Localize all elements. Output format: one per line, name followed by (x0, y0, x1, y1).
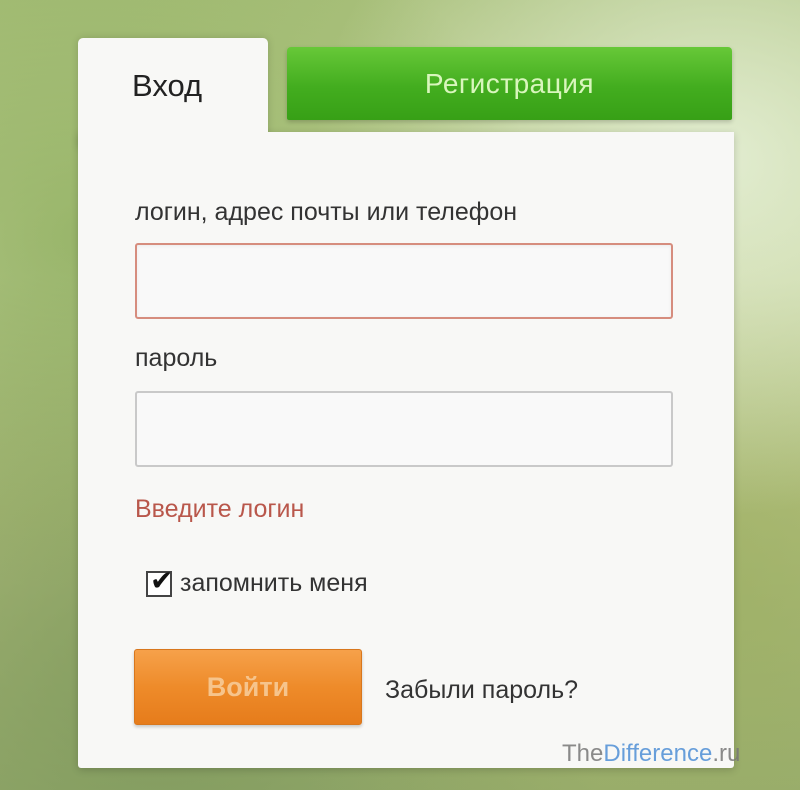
tab-register-label: Регистрация (424, 67, 595, 99)
forgot-password-link[interactable]: Забыли пароль? (385, 676, 578, 705)
remember-me-label: запомнить меня (180, 569, 368, 597)
error-message: Введите логин (135, 495, 305, 523)
check-icon: ✔ (150, 563, 174, 597)
password-input[interactable] (135, 391, 673, 467)
login-field-label: логин, адрес почты или телефон (135, 198, 518, 226)
tab-login[interactable]: Вход (132, 68, 202, 104)
watermark-suffix: .ru (712, 740, 741, 767)
login-input[interactable] (135, 243, 673, 319)
watermark-accent: Difference (603, 740, 713, 767)
checkbox-box[interactable]: ✔ (146, 566, 173, 597)
remember-me-checkbox[interactable]: ✔ запомнить меня (146, 566, 368, 598)
password-field-label: пароль (135, 344, 218, 372)
watermark-prefix: The (562, 740, 604, 767)
watermark: TheDifference.ru (562, 740, 740, 768)
tab-register[interactable]: Регистрация (287, 47, 732, 120)
login-button-label: Войти (206, 671, 290, 702)
login-button[interactable]: Войти (134, 649, 362, 725)
